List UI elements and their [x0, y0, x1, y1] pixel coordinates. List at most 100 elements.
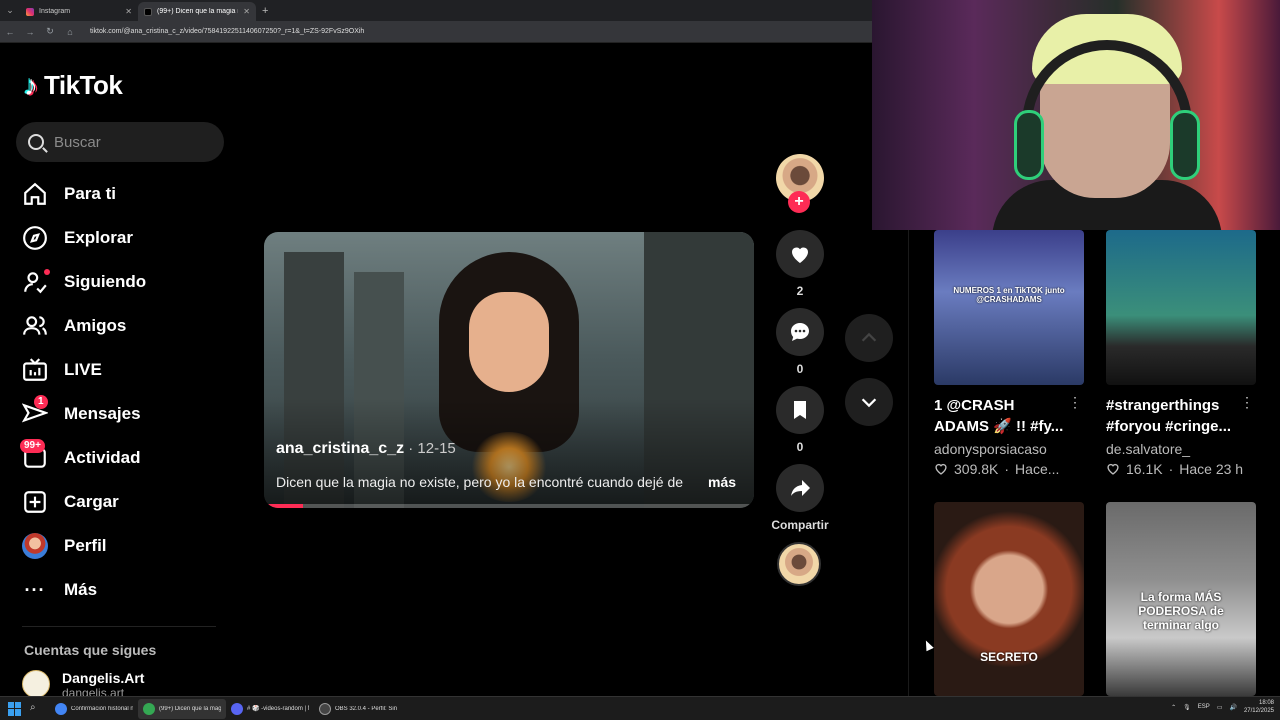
sidebar-item-actividad[interactable]: 99+ Actividad [20, 436, 222, 480]
sidebar-item-label: Amigos [64, 316, 127, 335]
video-player[interactable]: ana_cristina_c_z · 12-15 Dicen que la ma… [264, 232, 754, 508]
video-date: · 12-15 [404, 440, 456, 457]
taskbar-app-label: Confirmación historial n [71, 705, 133, 712]
upload-icon [22, 489, 48, 515]
chrome-icon [55, 702, 67, 715]
recommended-video-card[interactable]: ⋮ #strangerthings #foryou #cringe... de.… [1106, 230, 1256, 477]
more-options-icon[interactable]: ⋮ [1240, 394, 1254, 411]
meta-separator: · [1004, 461, 1010, 477]
volume-icon[interactable]: 🔊 [1229, 704, 1236, 711]
obs-icon [319, 702, 331, 715]
tab-title: Instagram [39, 8, 71, 15]
messages-badge: 1 [34, 395, 48, 409]
headset-earcup [1170, 110, 1200, 180]
messages-icon: 1 [22, 395, 48, 427]
thumbnail-text: La forma MÁS PODEROSA de terminar algo [1138, 590, 1224, 632]
sidebar-item-label: Siguiendo [64, 272, 147, 291]
reload-icon[interactable]: ↻ [44, 26, 56, 37]
browser-tab-tiktok[interactable]: (99+) Dicen que la magia n ✕ [138, 2, 256, 21]
video-thumbnail[interactable]: NUMEROS 1 en TikTOK junto @CRASHADAMS [934, 230, 1084, 385]
new-tab-button[interactable]: + [256, 5, 274, 17]
url-field[interactable]: tiktok.com/@ana_cristina_c_z/video/75841… [90, 28, 364, 35]
comment-icon [791, 323, 809, 341]
card-meta: 309.8K · Hace... [934, 461, 1084, 477]
card-title: 1 @CRASH ADAMS 🚀 !! #fy... [934, 397, 1064, 435]
activity-badge: 99+ [20, 439, 45, 453]
taskbar-app-label: (99+) Dicen que la magi [159, 705, 221, 712]
sidebar-item-perfil[interactable]: Perfil [22, 524, 222, 568]
chevron-down-icon [861, 398, 877, 408]
close-tab-icon[interactable]: ✕ [243, 7, 250, 16]
video-thumbnail[interactable]: La forma MÁS PODEROSA de terminar algo [1106, 502, 1256, 696]
search-bar[interactable] [16, 122, 224, 162]
browser-tab-strip: ⌄ Instagram ✕ (99+) Dicen que la magia n… [0, 0, 872, 21]
sidebar-item-live[interactable]: LIVE [22, 348, 222, 392]
sidebar-item-label: Mensajes [64, 404, 141, 423]
taskbar-app-chrome[interactable]: Confirmación historial n [50, 699, 138, 719]
tiktok-logo[interactable]: ♪ TikTok [24, 69, 123, 101]
clock[interactable]: 18:08 27/12/2025 [1244, 699, 1274, 715]
taskbar-app-obs[interactable]: OBS 32.0.4 - Perfil: Sin T [314, 699, 402, 719]
video-username[interactable]: ana_cristina_c_z [276, 440, 404, 457]
logo-text: TikTok [44, 70, 123, 100]
language-indicator[interactable]: ESP [1198, 704, 1210, 710]
more-options-icon[interactable]: ⋮ [1068, 394, 1082, 411]
sidebar-item-label: Más [64, 580, 98, 599]
notification-dot [44, 269, 50, 275]
like-button[interactable] [776, 230, 824, 278]
next-video-button[interactable] [845, 378, 893, 426]
chrome-icon [143, 702, 155, 715]
card-author[interactable]: de.salvatore_ [1106, 441, 1256, 457]
share-button[interactable] [776, 464, 824, 512]
close-tab-icon[interactable]: ✕ [125, 7, 132, 16]
tab-search-icon[interactable]: ⌄ [0, 0, 20, 21]
sidebar-item-label: Cargar [64, 492, 119, 511]
tiktok-note-icon: ♪ [24, 69, 38, 101]
instagram-favicon-icon [26, 7, 34, 16]
sidebar-item-explorar[interactable]: Explorar [22, 216, 222, 260]
taskbar-search-icon[interactable]: ⌕ [30, 702, 44, 716]
sidebar-item-cargar[interactable]: Cargar [22, 480, 222, 524]
card-author[interactable]: adonysporsiacaso [934, 441, 1084, 457]
microphone-icon[interactable]: 🎙 [1183, 704, 1191, 711]
sidebar-divider [22, 626, 216, 627]
taskbar-app-discord[interactable]: # 🎲 -videos-random | M [226, 699, 314, 719]
video-thumbnail[interactable]: SECRETO [934, 502, 1084, 696]
recommended-video-card[interactable]: NUMEROS 1 en TikTOK junto @CRASHADAMS ⋮ … [934, 230, 1084, 477]
forward-icon[interactable]: → [24, 27, 36, 37]
sidebar-item-label: Explorar [64, 228, 133, 247]
webcam-overlay [872, 0, 1280, 230]
sidebar-item-label: Para ti [64, 184, 116, 203]
previous-video-button[interactable] [845, 314, 893, 362]
back-icon[interactable]: ← [4, 27, 16, 37]
address-bar: ← → ↻ ⌂ tiktok.com/@ana_cristina_c_z/vid… [0, 21, 872, 43]
comment-button[interactable] [776, 308, 824, 356]
windows-start-icon[interactable] [8, 701, 22, 716]
recommended-video-card[interactable]: SECRETO [934, 502, 1084, 696]
system-tray: ⌃ 🎙 ESP ▭ 🔊 18:08 27/12/2025 [1171, 699, 1274, 715]
recommended-video-card[interactable]: La forma MÁS PODEROSA de terminar algo [1106, 502, 1256, 696]
share-label: Compartir [771, 518, 829, 532]
live-icon [22, 357, 48, 383]
taskbar-app-chrome-active[interactable]: (99+) Dicen que la magi [138, 698, 226, 719]
video-author[interactable]: ana_cristina_c_z · 12-15 [276, 440, 456, 458]
windows-taskbar: ⌕ Confirmación historial n (99+) Dicen q… [0, 696, 1280, 720]
follow-button[interactable]: + [788, 191, 810, 213]
sidebar-item-mensajes[interactable]: 1 Mensajes [22, 392, 222, 436]
sidebar-item-para-ti[interactable]: Para ti [22, 172, 222, 216]
video-thumbnail[interactable] [1106, 230, 1256, 385]
caption-more-link[interactable]: más [708, 474, 736, 490]
sidebar-item-siguiendo[interactable]: Siguiendo [22, 260, 222, 304]
tray-chevron-icon[interactable]: ⌃ [1171, 704, 1176, 711]
sidebar-item-mas[interactable]: ··· Más [22, 568, 222, 612]
music-disc-icon[interactable] [777, 542, 821, 586]
video-scene-face [469, 292, 549, 392]
network-icon[interactable]: ▭ [1217, 704, 1223, 711]
save-button[interactable] [776, 386, 824, 434]
sidebar-item-amigos[interactable]: Amigos [22, 304, 222, 348]
browser-tab-instagram[interactable]: Instagram ✕ [20, 2, 138, 21]
search-input[interactable] [54, 133, 204, 151]
video-progress-bar[interactable] [264, 504, 754, 508]
home-icon[interactable]: ⌂ [64, 27, 76, 37]
sidebar-nav: Para ti Explorar Siguiendo Amigos LIVE 1… [20, 172, 222, 612]
